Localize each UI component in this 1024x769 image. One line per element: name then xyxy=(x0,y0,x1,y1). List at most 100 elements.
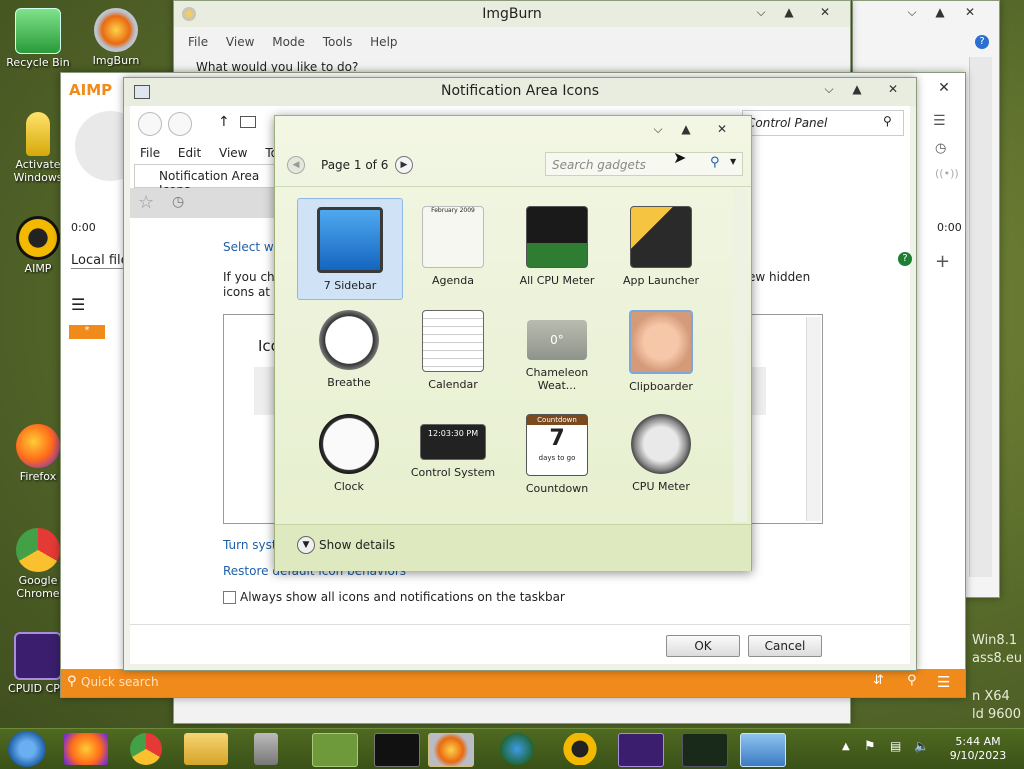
back-button[interactable] xyxy=(138,112,162,136)
chevron-down-icon[interactable]: ▼ xyxy=(297,536,315,554)
menu-icon[interactable]: ☰ xyxy=(937,673,950,691)
cancel-button[interactable]: Cancel xyxy=(748,635,822,657)
playlist-tab[interactable]: * xyxy=(69,325,105,339)
gadget-clipboarder[interactable]: Clipboarder xyxy=(609,302,713,402)
gadget-agenda[interactable]: February 2009 Agenda xyxy=(401,198,505,298)
menu-mode[interactable]: Mode xyxy=(272,35,305,49)
desktop-icon-imgburn[interactable]: ImgBurn xyxy=(76,8,156,67)
gadgets-gallery-window[interactable]: ⌵ ▲ ✕ ◀ Page 1 of 6 ▶ Search gadgets ⚲ ▼… xyxy=(274,115,752,571)
search-icon: ⚲ xyxy=(67,674,77,689)
cpuid-taskbar-icon[interactable] xyxy=(618,733,664,767)
firefox-taskbar-icon[interactable] xyxy=(64,733,108,765)
menu-help[interactable]: Help xyxy=(370,35,397,49)
gadget-app-launcher[interactable]: App Launcher xyxy=(609,198,713,298)
server-taskbar-icon[interactable] xyxy=(254,733,278,765)
add-icon[interactable]: + xyxy=(935,251,950,272)
gadget-calendar[interactable]: Calendar xyxy=(401,302,505,402)
menu-edit[interactable]: Edit xyxy=(178,146,201,160)
up-arrow-icon[interactable]: ↑ xyxy=(218,114,230,130)
minimize-button[interactable]: ⌵ xyxy=(748,3,774,21)
search-icon[interactable]: ⚲ xyxy=(907,673,917,688)
control-panel-taskbar-icon[interactable] xyxy=(740,733,786,767)
next-page-button[interactable]: ▶ xyxy=(395,156,413,174)
dropdown-arrow-icon[interactable]: ▼ xyxy=(730,157,736,166)
imgburn-menubar: File View Mode Tools Help xyxy=(188,35,412,49)
desktop-icon-label: AIMP xyxy=(24,262,52,275)
history-icon[interactable]: ◷ xyxy=(172,194,184,210)
aimp-bottom-bar: ⚲ Quick search ⇵ ⚲ ☰ xyxy=(61,669,965,697)
file-explorer-taskbar-icon[interactable] xyxy=(184,733,228,765)
help-icon[interactable]: ? xyxy=(898,252,912,266)
maximize-button[interactable]: ▲ xyxy=(776,3,802,21)
app-launcher-icon xyxy=(630,206,692,268)
download-manager-taskbar-icon[interactable] xyxy=(500,733,534,765)
imgburn-taskbar-icon[interactable] xyxy=(428,733,474,767)
quick-search-input[interactable]: Quick search xyxy=(81,675,159,689)
scrollbar[interactable] xyxy=(806,317,821,521)
gadget-chameleon-weather[interactable]: 0° Chameleon Weat... xyxy=(505,302,609,402)
start-button[interactable] xyxy=(8,731,46,767)
tab-notification-area-icons[interactable]: Notification Area Icons xyxy=(134,164,276,197)
speaker-muted-icon[interactable]: 🔈 xyxy=(914,739,929,753)
imgburn-titlebar[interactable]: ImgBurn ⌵ ▲ ✕ xyxy=(174,1,850,27)
gadget-cpu-meter[interactable]: CPU Meter xyxy=(609,406,713,506)
command-prompt-taskbar-icon[interactable] xyxy=(374,733,420,767)
gadget-clock[interactable]: Clock xyxy=(297,406,401,506)
search-gadgets-input[interactable]: Search gadgets ⚲ ▼ xyxy=(545,152,743,176)
flag-icon[interactable]: ⚑ xyxy=(864,739,876,754)
minimize-button[interactable]: ⌵ xyxy=(899,3,925,21)
show-details-toggle[interactable]: Show details xyxy=(319,538,395,552)
gadget-label: CPU Meter xyxy=(632,480,690,493)
control-time: 12:03:30 PM xyxy=(427,429,479,438)
forward-button[interactable] xyxy=(168,112,192,136)
menu-file[interactable]: File xyxy=(140,146,160,160)
desktop-icon-recycle-bin[interactable]: Recycle Bin xyxy=(0,8,78,69)
help-icon[interactable]: ? xyxy=(975,35,989,49)
chrome-taskbar-icon[interactable] xyxy=(130,733,162,765)
divider xyxy=(130,624,910,625)
maximize-button[interactable]: ▲ xyxy=(673,120,699,138)
menu-tools[interactable]: Tools xyxy=(323,35,353,49)
equalizer-icon[interactable]: ☰ xyxy=(933,113,946,129)
clock-display[interactable]: 5:44 AM 9/10/2023 xyxy=(940,735,1016,763)
show-hidden-icons-button[interactable]: ▲ xyxy=(842,741,850,752)
aimp-taskbar-icon[interactable] xyxy=(558,733,602,765)
prev-page-button[interactable]: ◀ xyxy=(287,156,305,174)
always-show-checkbox[interactable] xyxy=(223,591,236,604)
maximize-button[interactable]: ▲ xyxy=(927,3,953,21)
minimize-button[interactable]: ⌵ xyxy=(645,120,671,138)
network-map-taskbar-icon[interactable] xyxy=(312,733,358,767)
hamburger-icon[interactable]: ☰ xyxy=(71,295,85,314)
menu-view[interactable]: View xyxy=(226,35,254,49)
gallery-scrollbar[interactable] xyxy=(733,188,747,522)
scrollbar[interactable] xyxy=(969,57,992,577)
gadget-control-system[interactable]: 12:03:30 PM Control System xyxy=(401,406,505,506)
gadget-countdown[interactable]: Countdown 7 days to go Countdown xyxy=(505,406,609,506)
gadget-7-sidebar[interactable]: 7 Sidebar xyxy=(297,198,403,300)
gadget-breathe[interactable]: Breathe xyxy=(297,302,401,402)
gadget-label: Clock xyxy=(334,480,364,493)
network-icon[interactable]: ▤ xyxy=(890,739,901,753)
gadget-label: Chameleon Weat... xyxy=(525,366,589,392)
close-button[interactable]: ✕ xyxy=(880,80,906,98)
clock-icon[interactable]: ◷ xyxy=(935,141,946,156)
sort-icon[interactable]: ⇵ xyxy=(873,673,884,688)
maximize-button[interactable]: ▲ xyxy=(844,80,870,98)
close-button[interactable]: ✕ xyxy=(709,120,735,138)
address-bar[interactable]: Control Panel ⚲ xyxy=(742,110,904,136)
minimize-button[interactable]: ⌵ xyxy=(816,80,842,98)
gadget-all-cpu-meter[interactable]: All CPU Meter xyxy=(505,198,609,298)
search-icon[interactable]: ⚲ xyxy=(883,114,892,128)
gadget-label: All CPU Meter xyxy=(519,274,595,287)
broadcast-icon[interactable]: ((•)) xyxy=(935,167,959,180)
search-icon[interactable]: ⚲ xyxy=(710,155,720,170)
ok-button[interactable]: OK xyxy=(666,635,740,657)
menu-file[interactable]: File xyxy=(188,35,208,49)
favorites-icon[interactable]: ☆ xyxy=(138,192,154,213)
close-button[interactable]: ✕ xyxy=(812,3,838,21)
notif-titlebar[interactable]: Notification Area Icons ⌵ ▲ ✕ xyxy=(124,78,916,106)
terminal-taskbar-icon[interactable] xyxy=(682,733,728,767)
menu-view[interactable]: View xyxy=(219,146,247,160)
close-button[interactable]: ✕ xyxy=(957,3,983,21)
close-button[interactable]: ✕ xyxy=(931,79,957,97)
